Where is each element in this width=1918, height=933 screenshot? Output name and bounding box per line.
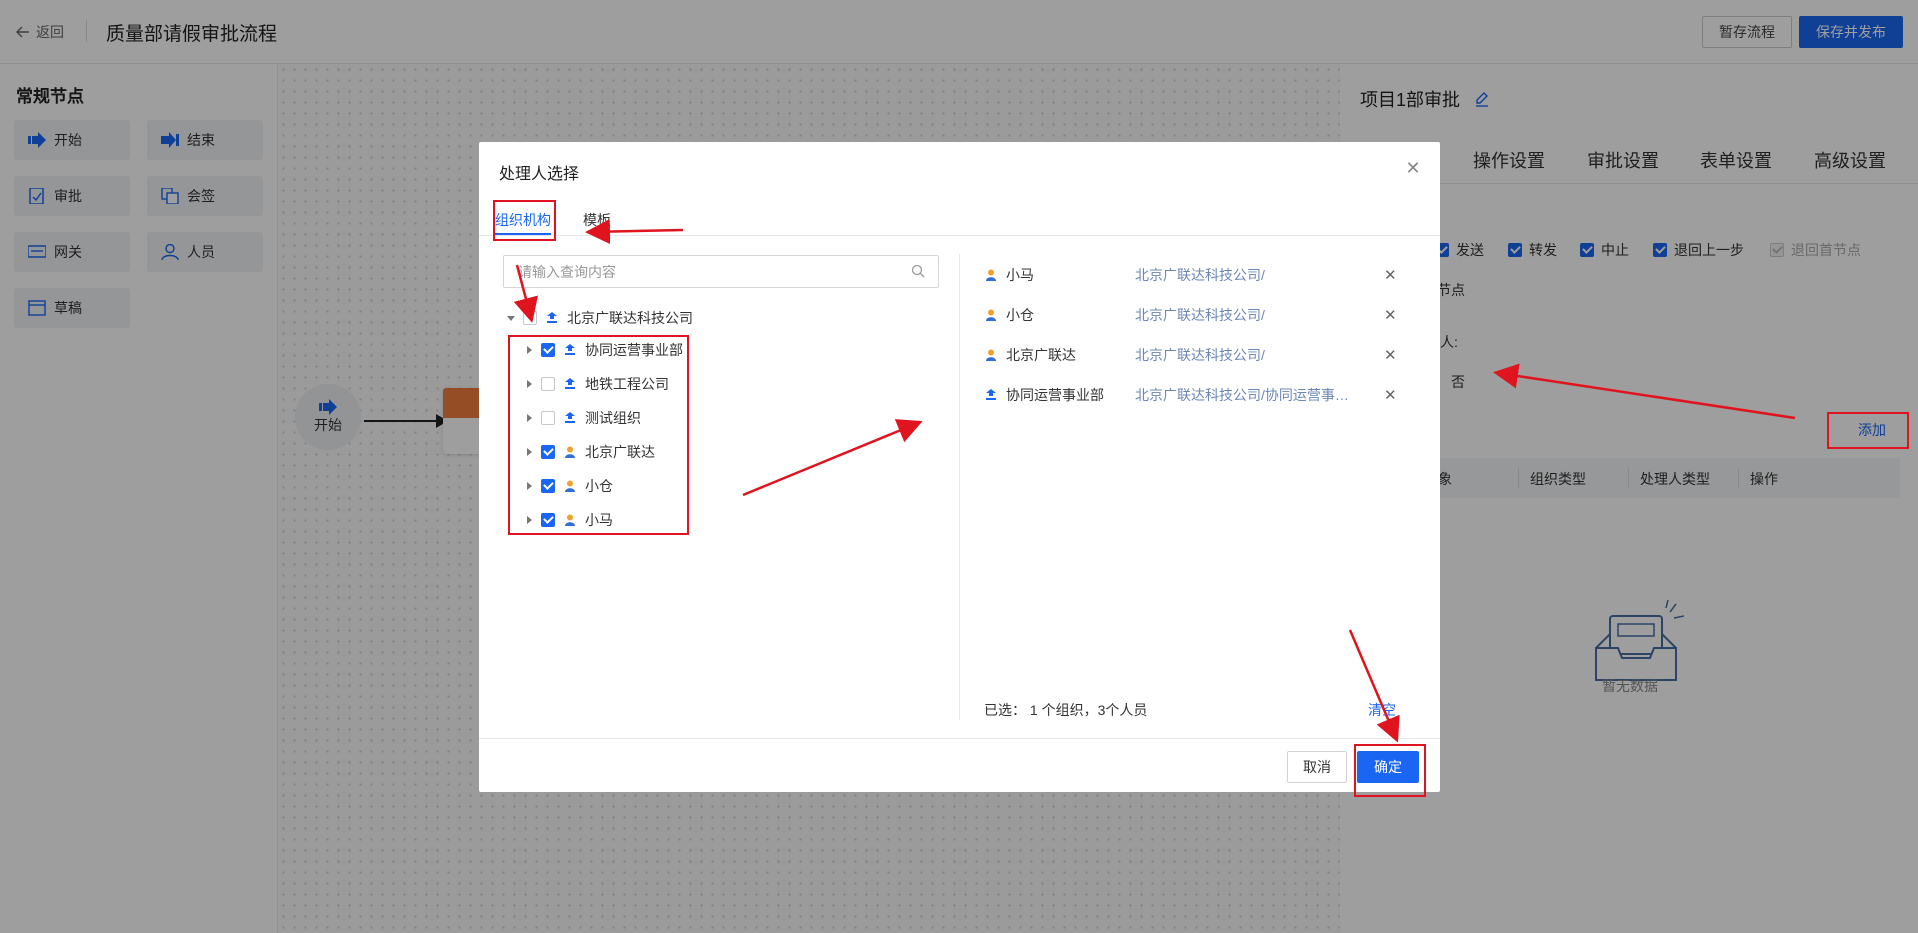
selection-summary: 已选： 1 个组织，3个人员	[984, 702, 1148, 718]
tree-node-root[interactable]: 北京广联达科技公司	[507, 307, 693, 329]
selected-path: 北京广联达科技公司/协同运营事业部	[1135, 387, 1350, 403]
dialog-footer-divider	[479, 738, 1440, 739]
annotation-box-add	[1827, 412, 1909, 449]
annotation-box-org-tab	[493, 200, 556, 241]
tree-label: 北京广联达科技公司	[567, 310, 693, 326]
expand-down-icon[interactable]	[507, 314, 515, 322]
user-icon	[986, 349, 996, 361]
remove-icon[interactable]: ✕	[1384, 306, 1397, 324]
annotation-box-confirm	[1354, 744, 1426, 797]
selected-item: 小仓 北京广联达科技公司/ ✕	[984, 304, 1404, 326]
org-icon	[547, 312, 557, 323]
dialog-title: 处理人选择	[499, 166, 580, 183]
selected-name: 小仓	[1006, 307, 1034, 323]
selected-name: 协同运营事业部	[1006, 387, 1104, 403]
selected-item: 北京广联达 北京广联达科技公司/ ✕	[984, 344, 1404, 366]
cancel-button[interactable]: 取消	[1287, 751, 1347, 783]
clear-link[interactable]: 清空	[1368, 700, 1396, 720]
search-icon	[911, 264, 925, 278]
selected-name: 小马	[1006, 267, 1034, 283]
tab-template[interactable]: 模板	[583, 210, 611, 230]
annotation-box-tree	[508, 335, 689, 535]
search-input[interactable]	[503, 255, 939, 288]
selected-path: 北京广联达科技公司/	[1135, 307, 1265, 323]
selected-path: 北京广联达科技公司/	[1135, 347, 1265, 363]
remove-icon[interactable]: ✕	[1384, 346, 1397, 364]
user-icon	[986, 309, 996, 321]
close-icon[interactable]: ✕	[1403, 158, 1423, 178]
selected-item: 协同运营事业部 北京广联达科技公司/协同运营事业部 ✕	[984, 384, 1404, 406]
dialog-tabs: 组织机构 模板	[479, 202, 1440, 236]
pane-divider	[959, 254, 960, 720]
selected-path: 北京广联达科技公司/	[1135, 267, 1265, 283]
selected-item: 小马 北京广联达科技公司/ ✕	[984, 264, 1404, 286]
selected-name: 北京广联达	[1006, 347, 1076, 363]
remove-icon[interactable]: ✕	[1384, 386, 1397, 404]
org-icon	[986, 389, 996, 400]
user-icon	[986, 269, 996, 281]
tree-checkbox[interactable]	[523, 311, 537, 325]
remove-icon[interactable]: ✕	[1384, 266, 1397, 284]
